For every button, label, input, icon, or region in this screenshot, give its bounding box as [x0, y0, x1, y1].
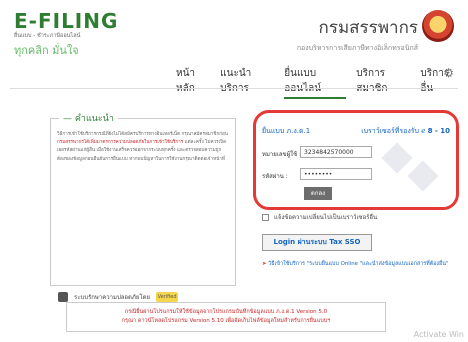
login-submit-button[interactable]: ตกลง	[304, 187, 332, 200]
browser-version-label: เบราว์เซอร์ที่รองรับ	[361, 127, 419, 135]
department-seal-icon	[422, 10, 454, 42]
advice-text-highlight: กรมสรรพากรได้เพิ่มมาตรการความปลอดภัยในกา…	[57, 140, 184, 146]
notice-line-1: กรณียื่นผ่านโปรแกรมให้ใช้ข้อมูลจากโปรแกร…	[124, 309, 328, 315]
login-panel: ยื่นแบบ ภ.ง.ด.1 เบราว์เซอร์ที่รองรับ ℯ 8…	[253, 110, 459, 210]
department-subtitle: กองบริหารการเสียภาษีทางอิเล็กทรอนิกส์	[296, 44, 418, 52]
header-divider	[10, 88, 458, 89]
password-input[interactable]: ••••••••	[300, 168, 372, 180]
decorative-hex-shape	[407, 160, 439, 192]
tax-sso-login-button[interactable]: Login ผ่านระบบ Tax SSO	[262, 234, 372, 251]
advice-text: วิธีการเข้าใช้บริการกรณีที่ยังไม่ได้สมัค…	[57, 131, 229, 164]
browser-switch-checkbox[interactable]: แจ้งข้อความเปลี่ยนไปเป็นเบราว์เซอร์อื่น	[262, 212, 377, 222]
browser-version: เบราว์เซอร์ที่รองรับ ℯ 8 - 10	[361, 126, 450, 137]
activate-windows-watermark: Activate Win	[413, 330, 464, 339]
password-label: รหัสผ่าน :	[262, 173, 288, 180]
browser-version-numbers: 8 - 10	[427, 127, 450, 135]
department-header: กรมสรรพากร กองบริหารการเสียภาษีทางอิเล็ก…	[297, 14, 418, 54]
nav-item-services[interactable]: แนะนำบริการ	[220, 66, 274, 99]
security-footer: ระบบรักษาความปลอดภัยโดย Verified	[58, 292, 179, 302]
nav-item-online-filing[interactable]: ยื่นแบบออนไลน์	[284, 66, 347, 99]
efiling-logo[interactable]: E-FILING ยื่นแบบ - ชำระภาษีออนไลน์ ทุกคล…	[14, 9, 118, 59]
gear-icon[interactable]: ⚙	[443, 66, 454, 80]
nav-item-home[interactable]: หน้าหลัก	[176, 66, 210, 99]
nav-item-member[interactable]: บริการสมาชิก	[356, 66, 410, 99]
user-id-input[interactable]: 3234842570000	[300, 146, 372, 158]
user-id-label: หมายเลขผู้ใช้ :	[262, 151, 302, 158]
help-note-link[interactable]: วิธีเข้าใช้บริการ "ระบบยื่นแบบ Online "แ…	[268, 261, 448, 267]
notice-line-2: กรุณา ดาวน์โหลดโปรแกรม Version 5.10 เพื่…	[121, 318, 331, 324]
department-name: กรมสรรพากร	[318, 18, 418, 38]
logo-subtitle: ยื่นแบบ - ชำระภาษีออนไลน์	[14, 33, 81, 39]
advice-text-1: วิธีการเข้าใช้บริการกรณีที่ยังไม่ได้สมัค…	[57, 132, 228, 137]
advice-panel: คำแนะนำ วิธีการเข้าใช้บริการกรณีที่ยังไม…	[50, 111, 236, 286]
ie-icon: ℯ	[421, 127, 426, 135]
logo-title: E-FILING	[14, 9, 119, 33]
help-note: ➤ วิธีเข้าใช้บริการ "ระบบยื่นแบบ Online …	[262, 260, 460, 268]
advice-title: คำแนะนำ	[59, 111, 118, 125]
login-title: ยื่นแบบ ภ.ง.ด.1	[262, 127, 311, 135]
lock-icon	[58, 292, 68, 302]
security-label: ระบบรักษาความปลอดภัยโดย	[74, 294, 151, 301]
logo-tagline: ทุกคลิก มั่นใจ	[14, 44, 79, 57]
program-notice-box: กรณียื่นผ่านโปรแกรมให้ใช้ข้อมูลจากโปรแกร…	[66, 302, 386, 332]
decorative-hex-shape	[381, 142, 413, 174]
checkbox-box[interactable]	[262, 213, 269, 221]
checkbox-label: แจ้งข้อความเปลี่ยนไปเป็นเบราว์เซอร์อื่น	[274, 214, 378, 221]
certificate-badge[interactable]: Verified	[156, 292, 179, 302]
main-nav: หน้าหลัก แนะนำบริการ ยื่นแบบออนไลน์ บริก…	[176, 66, 468, 99]
